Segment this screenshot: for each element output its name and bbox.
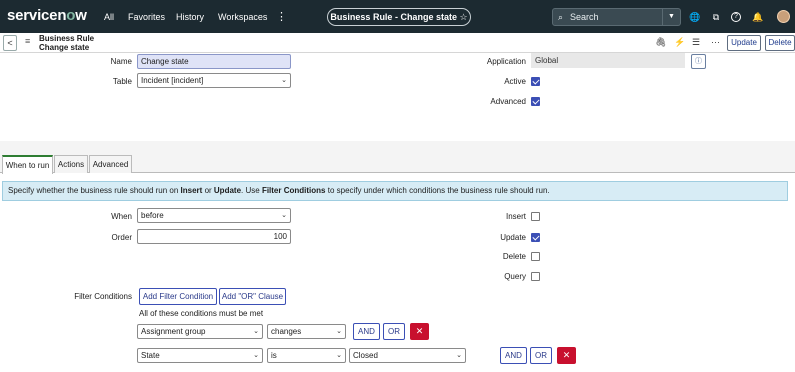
- order-input[interactable]: 100: [137, 229, 291, 244]
- user-avatar[interactable]: [777, 10, 790, 23]
- nav-all[interactable]: All: [104, 12, 114, 22]
- and-button[interactable]: AND: [500, 347, 527, 364]
- order-value: 100: [273, 232, 287, 241]
- form-header: < ≡ Business Rule Change state 🖇 ⚡ ☰ ···…: [0, 33, 795, 53]
- query-label: Query: [504, 272, 526, 281]
- condition-operator-value: changes: [271, 327, 302, 336]
- tab-when-to-run[interactable]: When to run: [2, 155, 53, 174]
- search-icon: ⌕: [558, 12, 564, 22]
- info-update: Update: [213, 186, 242, 195]
- update-checkbox[interactable]: [531, 233, 540, 242]
- delete-button[interactable]: Delete: [765, 35, 795, 51]
- favorite-star-icon[interactable]: ☆: [459, 12, 467, 22]
- nav-history[interactable]: History: [176, 12, 204, 22]
- chevron-down-icon: ⌄: [336, 352, 342, 359]
- info-banner: Specify whether the business rule should…: [2, 181, 788, 201]
- context-title-pill[interactable]: Business Rule - Change state ☆: [327, 8, 471, 26]
- remove-condition-icon[interactable]: ✕: [410, 323, 429, 340]
- info-text: to specify under which conditions the bu…: [325, 186, 550, 195]
- context-title: Business Rule - Change state: [330, 12, 457, 22]
- condition-operator-value: is: [271, 351, 277, 360]
- update-button[interactable]: Update: [727, 35, 761, 51]
- advanced-label: Advanced: [490, 97, 526, 106]
- search-scope-dropdown[interactable]: ▼: [663, 8, 681, 26]
- when-select[interactable]: before ⌄: [137, 208, 291, 223]
- nav-favorites[interactable]: Favorites: [128, 12, 165, 22]
- info-icon[interactable]: ⓘ: [691, 54, 706, 69]
- advanced-checkbox[interactable]: [531, 97, 540, 106]
- query-checkbox[interactable]: [531, 272, 540, 281]
- order-label: Order: [111, 233, 132, 242]
- name-label: Name: [110, 57, 132, 66]
- update-label: Update: [500, 233, 526, 242]
- servicenow-logo[interactable]: servicenow: [7, 7, 87, 24]
- name-value: Change state: [141, 57, 189, 66]
- table-select[interactable]: Incident [incident] ⌄: [137, 73, 291, 88]
- chevron-down-icon: ⌄: [253, 352, 259, 359]
- name-field[interactable]: Change state: [137, 54, 291, 69]
- top-navigation: servicenow All Favorites History Workspa…: [0, 0, 795, 33]
- table-label: Table: [112, 77, 132, 86]
- condition-field-value: State: [141, 351, 160, 360]
- section-tabs: When to run Actions Advanced: [0, 153, 795, 174]
- form-context-menu-icon[interactable]: ≡: [25, 36, 30, 46]
- info-text: . Use: [241, 186, 262, 195]
- when-label: When: [111, 212, 132, 221]
- record-name: Change state: [39, 43, 90, 52]
- globe-icon[interactable]: 🌐: [689, 11, 701, 23]
- when-value: before: [141, 211, 164, 220]
- condition-field-select[interactable]: State ⌄: [137, 348, 263, 363]
- insert-checkbox[interactable]: [531, 212, 540, 221]
- section-separator: [0, 141, 795, 153]
- chevron-down-icon: ⌄: [281, 77, 287, 84]
- notifications-bell-icon[interactable]: 🔔: [752, 11, 764, 23]
- chevron-down-icon: ⌄: [336, 328, 342, 335]
- condition-field-value: Assignment group: [141, 327, 206, 336]
- search-placeholder: Search: [570, 12, 599, 22]
- delete-label: Delete: [502, 252, 526, 261]
- or-button[interactable]: OR: [383, 323, 405, 340]
- condition-operator-select[interactable]: changes ⌄: [267, 324, 346, 339]
- info-text: or: [202, 186, 214, 195]
- tab-actions[interactable]: Actions: [54, 155, 88, 173]
- global-search-input[interactable]: ⌕ Search: [552, 8, 663, 26]
- help-icon[interactable]: ?: [731, 12, 741, 22]
- attachment-icon[interactable]: 🖇: [655, 37, 666, 48]
- more-menu-icon[interactable]: ⋮: [276, 10, 287, 23]
- condition-operator-select[interactable]: is ⌄: [267, 348, 346, 363]
- condition-value-select[interactable]: Closed ⌄: [349, 348, 466, 363]
- active-checkbox[interactable]: [531, 77, 540, 86]
- application-field: Global: [531, 53, 685, 68]
- chevron-down-icon: ⌄: [253, 328, 259, 335]
- insert-label: Insert: [505, 212, 526, 221]
- or-button[interactable]: OR: [530, 347, 552, 364]
- chat-icon[interactable]: ⧉: [710, 11, 722, 23]
- record-type: Business Rule: [39, 34, 95, 43]
- application-value: Global: [535, 56, 559, 65]
- more-options-icon[interactable]: ···: [711, 37, 720, 47]
- tab-advanced[interactable]: Advanced: [89, 155, 132, 173]
- delete-checkbox[interactable]: [531, 252, 540, 261]
- activity-icon[interactable]: ⚡: [674, 37, 685, 48]
- back-button[interactable]: <: [3, 35, 17, 51]
- info-text: Specify whether the business rule should…: [8, 186, 181, 195]
- settings-sliders-icon[interactable]: ☰: [692, 37, 700, 48]
- nav-workspaces[interactable]: Workspaces: [218, 12, 267, 22]
- info-insert: Insert: [180, 186, 203, 195]
- application-label: Application: [486, 57, 526, 66]
- chevron-down-icon: ⌄: [456, 352, 462, 359]
- condition-value: Closed: [353, 351, 378, 360]
- all-conditions-text: All of these conditions must be met: [139, 309, 264, 318]
- chevron-down-icon: ⌄: [281, 212, 287, 219]
- info-filter-conditions: Filter Conditions: [261, 186, 326, 195]
- active-label: Active: [504, 77, 526, 86]
- filter-conditions-label: Filter Conditions: [74, 292, 132, 301]
- record-title: Business Rule Change state: [39, 34, 94, 52]
- remove-condition-icon[interactable]: ✕: [557, 347, 576, 364]
- and-button[interactable]: AND: [353, 323, 380, 340]
- add-or-clause-button[interactable]: Add "OR" Clause: [219, 288, 286, 305]
- add-filter-condition-button[interactable]: Add Filter Condition: [139, 288, 217, 305]
- table-value: Incident [incident]: [141, 76, 204, 85]
- condition-field-select[interactable]: Assignment group ⌄: [137, 324, 263, 339]
